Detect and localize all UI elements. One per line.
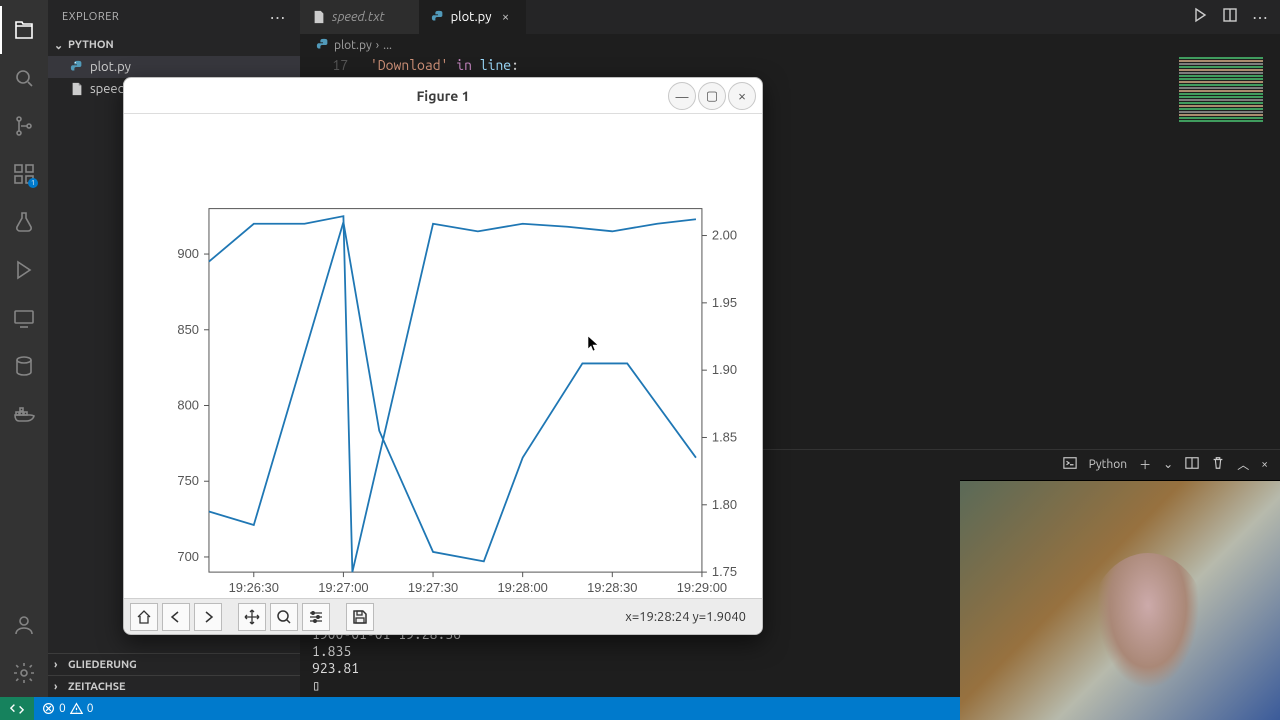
figure-canvas[interactable]: 700 750 800 850 900 1.75 1.80 1.85 1.90 1.95 2.00 1… xyxy=(124,114,762,598)
docker-icon[interactable] xyxy=(0,390,48,438)
svg-text:750: 750 xyxy=(177,473,199,488)
account-icon[interactable] xyxy=(0,601,48,649)
run-icon[interactable] xyxy=(1192,7,1208,27)
maximize-button[interactable]: ▢ xyxy=(698,82,726,110)
python-file-icon xyxy=(70,60,84,74)
home-icon[interactable] xyxy=(130,603,158,631)
close-icon[interactable]: × xyxy=(498,10,514,24)
sidebar-title: EXPLORER xyxy=(62,11,119,23)
back-icon[interactable] xyxy=(162,603,190,631)
pan-icon[interactable] xyxy=(238,603,266,631)
search-icon[interactable] xyxy=(0,54,48,102)
timeline-section[interactable]: › ZEITACHSE xyxy=(48,675,300,697)
svg-text:1.85: 1.85 xyxy=(712,429,737,444)
panel-collapse-icon[interactable]: ︿ xyxy=(1237,456,1249,473)
split-terminal-icon[interactable] xyxy=(1185,456,1199,473)
text-file-icon xyxy=(312,10,326,24)
svg-text:19:26:30: 19:26:30 xyxy=(229,580,279,595)
forward-icon[interactable] xyxy=(194,603,222,631)
svg-text:850: 850 xyxy=(177,322,199,337)
svg-text:19:29:00: 19:29:00 xyxy=(677,580,727,595)
source-control-icon[interactable] xyxy=(0,102,48,150)
svg-text:19:27:30: 19:27:30 xyxy=(408,580,458,595)
folder-name: PYTHON xyxy=(68,39,114,51)
figure-coords: x=19:28:24 y=1.9040 xyxy=(625,610,756,624)
new-terminal-icon[interactable]: ＋ xyxy=(1139,456,1151,473)
webcam-overlay xyxy=(960,480,1280,720)
figure-title: Figure 1 xyxy=(416,88,469,104)
sidebar-header: EXPLORER ⋯ xyxy=(48,0,300,34)
tab-label: speed.txt xyxy=(332,10,385,24)
svg-text:1.95: 1.95 xyxy=(712,295,737,310)
tab-strip: speed.txt × plot.py × ⋯ xyxy=(300,0,1280,34)
outline-section[interactable]: › GLIEDERUNG xyxy=(48,653,300,675)
chevron-down-icon: ⌄ xyxy=(54,39,68,52)
sidebar-more-icon[interactable]: ⋯ xyxy=(270,8,287,27)
svg-text:19:28:00: 19:28:00 xyxy=(497,580,547,595)
split-editor-icon[interactable] xyxy=(1222,7,1238,27)
zoom-icon[interactable] xyxy=(270,603,298,631)
extensions-badge: 1 xyxy=(28,178,38,188)
python-file-icon xyxy=(431,10,445,24)
chevron-right-icon: › xyxy=(54,681,68,693)
svg-text:900: 900 xyxy=(177,246,199,261)
svg-text:1.90: 1.90 xyxy=(712,362,737,377)
figure-titlebar[interactable]: Figure 1 — ▢ × xyxy=(124,78,762,114)
panel-close-icon[interactable]: × xyxy=(1261,458,1268,471)
tab-plot[interactable]: plot.py × xyxy=(419,0,526,34)
tab-speed[interactable]: speed.txt × xyxy=(300,0,419,34)
chevron-right-icon: › xyxy=(54,659,68,671)
terminal-label: Python xyxy=(1089,458,1128,471)
problems-indicator[interactable]: 0 0 xyxy=(34,697,102,720)
save-icon[interactable] xyxy=(346,603,374,631)
figure-toolbar: x=19:28:24 y=1.9040 xyxy=(124,598,762,634)
breadcrumb-file: plot.py xyxy=(334,39,372,52)
run-debug-icon[interactable] xyxy=(0,246,48,294)
remote-explorer-icon[interactable] xyxy=(0,294,48,342)
remote-indicator[interactable] xyxy=(0,697,34,720)
activity-bar: 1 xyxy=(0,0,48,697)
breadcrumb[interactable]: plot.py › ... xyxy=(300,34,1280,56)
explorer-icon[interactable] xyxy=(0,6,48,54)
tab-label: plot.py xyxy=(451,10,492,24)
svg-text:1.75: 1.75 xyxy=(712,564,737,579)
svg-text:800: 800 xyxy=(177,397,199,412)
python-file-icon xyxy=(316,38,330,52)
svg-text:2.00: 2.00 xyxy=(712,228,737,243)
testing-icon[interactable] xyxy=(0,198,48,246)
svg-text:700: 700 xyxy=(177,549,199,564)
database-icon[interactable] xyxy=(0,342,48,390)
figure-window[interactable]: Figure 1 — ▢ × 700 750 800 850 900 1.75 1.80 1.… xyxy=(123,77,763,635)
folder-header[interactable]: ⌄ PYTHON xyxy=(48,34,300,56)
close-button[interactable]: × xyxy=(728,82,756,110)
outline-label: GLIEDERUNG xyxy=(68,659,137,671)
configure-icon[interactable] xyxy=(302,603,330,631)
editor-more-icon[interactable]: ⋯ xyxy=(1252,8,1268,27)
terminal-dropdown-icon[interactable]: ⌄ xyxy=(1163,457,1173,471)
timeline-label: ZEITACHSE xyxy=(68,681,126,693)
settings-gear-icon[interactable] xyxy=(0,649,48,697)
breadcrumb-rest: ... xyxy=(383,39,392,52)
chevron-right-icon: › xyxy=(376,39,379,52)
editor-actions: ⋯ xyxy=(1192,0,1280,34)
svg-text:19:27:00: 19:27:00 xyxy=(318,580,368,595)
svg-text:1.80: 1.80 xyxy=(712,497,737,512)
file-item-plot[interactable]: plot.py xyxy=(48,56,300,78)
minimap[interactable] xyxy=(1176,56,1266,186)
file-label: plot.py xyxy=(90,60,131,74)
text-file-icon xyxy=(70,82,84,96)
terminal-kind-icon[interactable] xyxy=(1063,456,1077,473)
trash-icon[interactable] xyxy=(1211,456,1225,473)
minimize-button[interactable]: — xyxy=(668,82,696,110)
svg-text:19:28:30: 19:28:30 xyxy=(587,580,637,595)
extensions-icon[interactable]: 1 xyxy=(0,150,48,198)
